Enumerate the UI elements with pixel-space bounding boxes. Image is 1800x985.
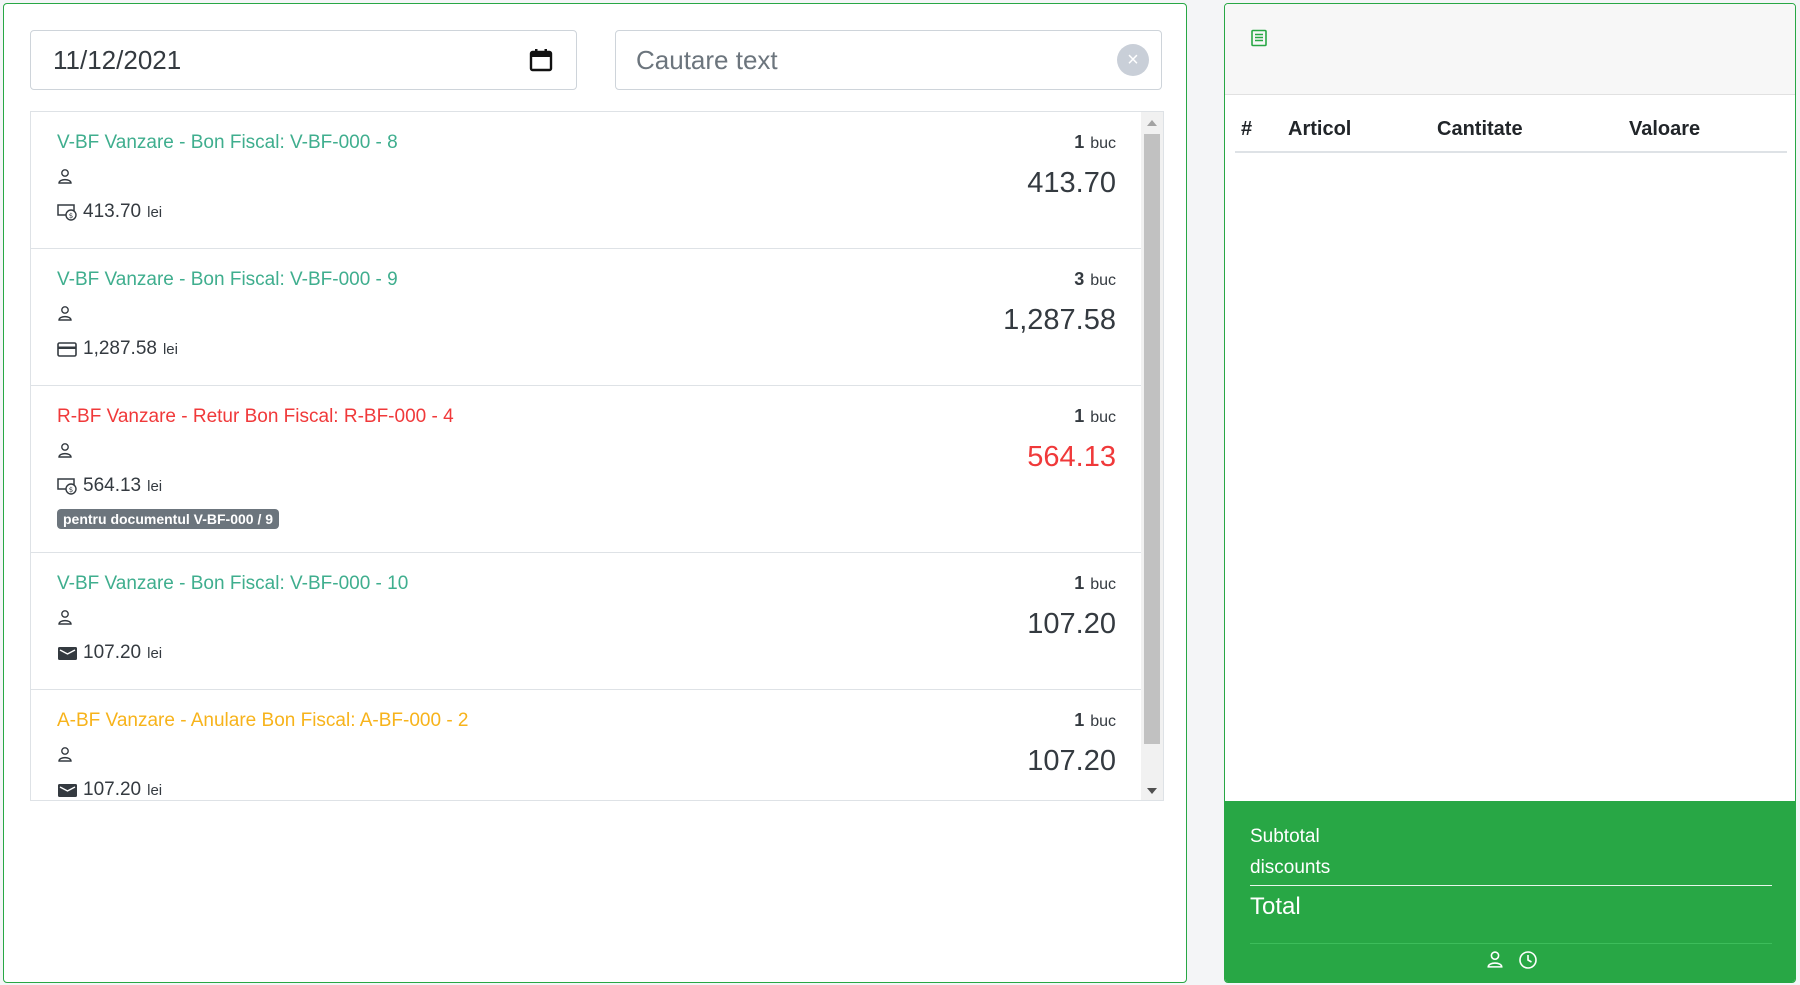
wallet-icon xyxy=(57,781,79,799)
total-label: Total xyxy=(1250,893,1301,920)
quantity-unit: buc xyxy=(1090,409,1116,426)
items-table-header: # Articol Cantitate Valoare xyxy=(1235,108,1787,153)
column-article: Articol xyxy=(1288,118,1352,140)
documents-list[interactable]: V-BF Vanzare - Bon Fiscal: V-BF-000 - 8 … xyxy=(30,111,1164,801)
column-number: # xyxy=(1241,118,1253,140)
document-title[interactable]: R-BF Vanzare - Retur Bon Fiscal: R-BF-00… xyxy=(57,406,1116,428)
column-value: Valoare xyxy=(1629,118,1701,140)
scroll-down-arrow[interactable] xyxy=(1147,788,1157,794)
quantity-unit: buc xyxy=(1090,576,1116,593)
document-item[interactable]: V-BF Vanzare - Bon Fiscal: V-BF-000 - 9 … xyxy=(31,249,1141,386)
document-detail-panel: # Articol Cantitate Valoare Subtotal dis… xyxy=(1224,3,1796,983)
svg-text:$: $ xyxy=(69,486,73,494)
receipt-icon[interactable] xyxy=(1250,29,1268,47)
document-title[interactable]: V-BF Vanzare - Bon Fiscal: V-BF-000 - 10 xyxy=(57,573,1116,595)
user-icon[interactable] xyxy=(1486,950,1504,968)
quantity-unit: buc xyxy=(1090,272,1116,289)
svg-text:$: $ xyxy=(69,212,73,220)
quantity: 1 buc xyxy=(1074,132,1116,152)
cash-icon: $ xyxy=(57,203,79,221)
wallet-icon xyxy=(57,644,79,662)
quantity: 1 buc xyxy=(1074,406,1116,426)
document-total: 413.70 xyxy=(1027,167,1116,199)
footer-divider xyxy=(1250,943,1772,944)
user-icon xyxy=(57,306,73,325)
document-total: 564.13 xyxy=(1027,441,1116,473)
document-title[interactable]: A-BF Vanzare - Anulare Bon Fiscal: A-BF-… xyxy=(57,710,1116,732)
document-item[interactable]: V-BF Vanzare - Bon Fiscal: V-BF-000 - 10… xyxy=(31,553,1141,690)
reference-badge: pentru documentul V-BF-000 / 9 xyxy=(57,509,280,529)
column-quantity: Cantitate xyxy=(1437,118,1523,140)
quantity: 1 buc xyxy=(1074,710,1116,730)
document-title[interactable]: V-BF Vanzare - Bon Fiscal: V-BF-000 - 8 xyxy=(57,132,1116,154)
clock-icon[interactable] xyxy=(1518,950,1537,969)
document-total: 107.20 xyxy=(1027,745,1116,777)
currency-label: lei xyxy=(147,781,163,799)
totals-section: Subtotal discounts Total xyxy=(1225,801,1795,982)
search-field[interactable]: × xyxy=(615,30,1162,90)
quantity: 3 buc xyxy=(1074,269,1116,289)
date-field[interactable]: 11/12/2021 xyxy=(30,30,577,90)
payment-amount: 413.70 xyxy=(83,201,142,222)
document-item[interactable]: V-BF Vanzare - Bon Fiscal: V-BF-000 - 8 … xyxy=(31,112,1141,249)
payment-amount: 107.20 xyxy=(83,642,142,663)
currency-label: lei xyxy=(147,477,163,495)
quantity-unit: buc xyxy=(1090,135,1116,152)
document-title[interactable]: V-BF Vanzare - Bon Fiscal: V-BF-000 - 9 xyxy=(57,269,1116,291)
user-icon xyxy=(57,169,73,188)
currency-label: lei xyxy=(162,340,178,358)
document-total: 1,287.58 xyxy=(1003,304,1116,336)
document-item[interactable]: R-BF Vanzare - Retur Bon Fiscal: R-BF-00… xyxy=(31,386,1141,553)
payment-amount: 107.20 xyxy=(83,779,142,800)
close-icon: × xyxy=(1127,49,1139,71)
documents-panel: 11/12/2021 × V-BF Vanzare - Bon Fiscal: … xyxy=(3,3,1187,983)
user-icon xyxy=(57,747,73,766)
scroll-up-arrow[interactable] xyxy=(1147,120,1157,126)
document-total: 107.20 xyxy=(1027,608,1116,640)
payment-amount: 564.13 xyxy=(83,475,142,496)
search-input[interactable] xyxy=(636,44,1117,76)
list-scrollbar[interactable] xyxy=(1141,112,1163,800)
scroll-thumb[interactable] xyxy=(1144,134,1160,744)
date-value: 11/12/2021 xyxy=(53,44,182,75)
currency-label: lei xyxy=(147,203,163,221)
document-item[interactable]: A-BF Vanzare - Anulare Bon Fiscal: A-BF-… xyxy=(31,690,1141,800)
payment-amount: 1,287.58 xyxy=(83,338,157,359)
card-icon xyxy=(57,340,79,358)
calendar-icon[interactable] xyxy=(528,47,554,73)
user-icon xyxy=(57,610,73,629)
quantity: 1 buc xyxy=(1074,573,1116,593)
subtotal-label: Subtotal xyxy=(1250,826,1320,847)
quantity-unit: buc xyxy=(1090,713,1116,730)
discounts-label: discounts xyxy=(1250,857,1331,878)
cash-icon: $ xyxy=(57,477,79,495)
currency-label: lei xyxy=(147,644,163,662)
clear-search-button[interactable]: × xyxy=(1117,44,1149,76)
totals-divider xyxy=(1250,885,1772,886)
detail-header xyxy=(1225,4,1795,95)
user-icon xyxy=(57,443,73,462)
